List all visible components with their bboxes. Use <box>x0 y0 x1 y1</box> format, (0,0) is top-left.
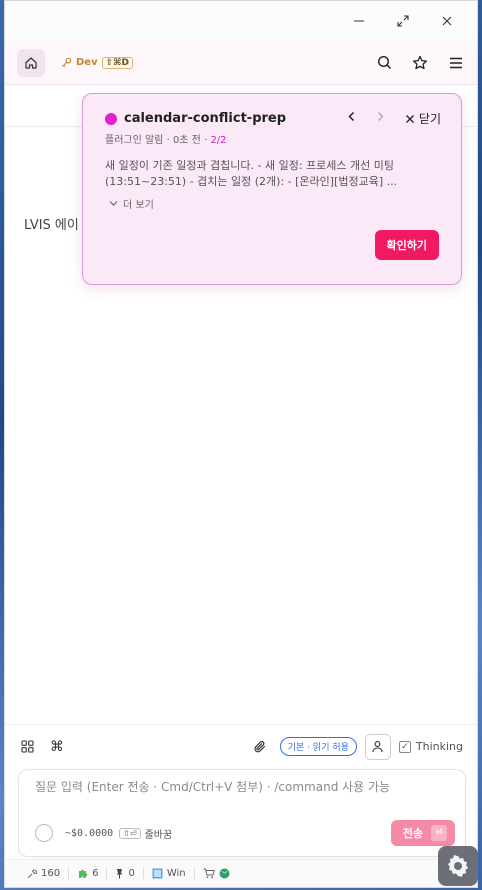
thinking-toggle[interactable]: ✓ Thinking <box>398 740 463 753</box>
send-label: 전송 <box>402 827 423 840</box>
confirm-button[interactable]: 확인하기 <box>374 230 439 260</box>
puzzle-icon <box>79 869 88 878</box>
chat-input[interactable] <box>35 778 455 802</box>
thinking-label: Thinking <box>415 740 463 753</box>
plugins-status[interactable]: 6 <box>69 868 108 879</box>
plugin-color-dot <box>105 112 117 125</box>
send-button[interactable]: 전송 ⏎ <box>390 820 455 846</box>
favorites-button[interactable] <box>411 54 429 72</box>
hamburger-icon <box>450 57 462 68</box>
close-window-button[interactable] <box>425 1 469 41</box>
dev-label: Dev <box>76 57 98 68</box>
close-label: 닫기 <box>418 112 441 126</box>
attach-button[interactable] <box>252 739 268 755</box>
show-more-button[interactable]: 더 보기 <box>109 196 441 211</box>
tools-status[interactable]: 160 <box>19 868 70 879</box>
close-icon <box>405 114 414 123</box>
home-button[interactable] <box>17 48 45 77</box>
cost-readout: ~$0.0000 <box>65 827 114 839</box>
chevron-down-icon <box>109 201 118 206</box>
app-window: Dev ⇧⌘D LVIS 에이 ⌘ 기본 · 읽기 허용 ✓ Thinking … <box>4 0 478 888</box>
search-button[interactable] <box>375 54 393 72</box>
chevron-right-icon <box>377 111 384 122</box>
chat-input-card: ~$0.0000 ⇧⏎ 줄바꿈 전송 ⏎ <box>18 769 466 857</box>
checkbox-icon[interactable]: ✓ <box>398 740 411 753</box>
app-header: Dev ⇧⌘D <box>5 41 477 85</box>
gear-icon <box>447 855 469 877</box>
persona-button[interactable] <box>364 733 391 760</box>
key-icon <box>61 57 72 68</box>
minimize-icon <box>354 20 364 22</box>
settings-button[interactable] <box>438 846 478 886</box>
expand-icon <box>397 15 409 27</box>
close-notification-button[interactable]: 닫기 <box>405 110 441 127</box>
wrap-shortcut: ⇧⏎ <box>119 827 141 839</box>
input-toolbar: ⌘ 기본 · 읽기 허용 ✓ Thinking <box>5 724 477 768</box>
notification-page: 2/2 <box>210 135 227 146</box>
paperclip-icon <box>254 740 265 752</box>
title-bar <box>5 1 477 41</box>
dev-mode-badge[interactable]: Dev ⇧⌘D <box>61 56 133 69</box>
close-icon <box>442 16 452 26</box>
notification-popup: calendar-conflict-prep 닫기 플러그인 알림 · 0초 전… <box>82 93 462 285</box>
command-button[interactable]: ⌘ <box>49 739 65 755</box>
plugins-count: 6 <box>92 868 99 879</box>
chevron-left-icon <box>348 111 354 122</box>
cart-status[interactable] <box>195 868 238 879</box>
permission-badge[interactable]: 기본 · 읽기 허용 <box>279 737 357 756</box>
windows-icon <box>152 868 163 879</box>
star-icon <box>412 55 428 69</box>
platform-status[interactable]: Win <box>144 868 195 879</box>
prev-notification-button[interactable] <box>347 111 356 126</box>
command-icon: ⌘ <box>50 738 64 755</box>
pins-status[interactable]: 0 <box>107 868 144 879</box>
notification-source: 플러그인 알림 <box>105 135 164 146</box>
tools-count: 160 <box>41 868 61 879</box>
search-icon <box>377 55 391 70</box>
platform-label: Win <box>166 868 186 879</box>
notification-body: 새 일정이 기존 일정과 겹칩니다. - 새 일정: 프로세스 개선 미팅 (1… <box>105 159 398 188</box>
status-circle-icon <box>35 824 53 842</box>
dev-shortcut: ⇧⌘D <box>101 56 133 69</box>
wrench-icon <box>27 868 37 878</box>
maximize-button[interactable] <box>381 1 425 41</box>
cart-icon <box>203 868 215 879</box>
pin-icon <box>116 869 123 879</box>
pins-count: 0 <box>128 868 135 879</box>
send-shortcut: ⏎ <box>431 825 447 841</box>
next-notification-button[interactable] <box>376 111 385 126</box>
notification-title: calendar-conflict-prep <box>124 111 287 126</box>
minimize-button[interactable] <box>337 1 381 41</box>
status-bar: 160 6 0 Win <box>5 859 477 887</box>
welcome-text: LVIS 에이 <box>24 218 79 233</box>
notification-meta: 플러그인 알림 · 0초 전 · 2/2 <box>105 135 227 146</box>
grid-icon <box>20 740 34 753</box>
menu-button[interactable] <box>447 54 465 72</box>
person-icon <box>372 741 383 753</box>
notification-time: 0초 전 <box>172 135 201 146</box>
grid-button[interactable] <box>19 739 35 755</box>
show-more-label: 더 보기 <box>123 200 154 211</box>
home-icon <box>25 56 37 69</box>
globe-icon <box>219 868 230 879</box>
wrap-label: 줄바꿈 <box>144 829 173 841</box>
